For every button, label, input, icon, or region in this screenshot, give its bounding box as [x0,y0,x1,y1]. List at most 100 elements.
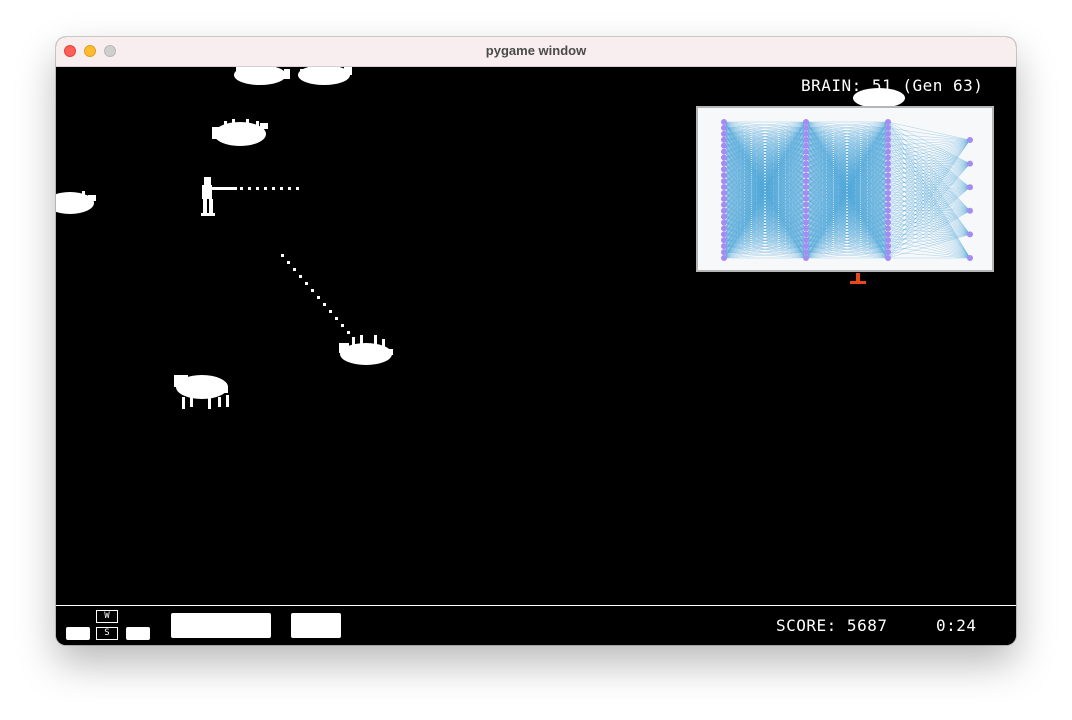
nn-node [885,178,891,185]
nn-node [721,119,727,125]
nn-node [803,154,809,161]
title-bar: pygame window [56,37,1016,67]
nn-node [803,172,809,179]
nn-node [721,189,727,196]
nn-node [885,201,891,208]
nn-node [721,195,727,202]
w-key-indicator: W [96,610,118,623]
nn-node [803,201,809,208]
nn-node [803,195,809,202]
nn-node [803,166,809,173]
bison-sprite [298,67,352,85]
nn-node [721,124,727,131]
nn-node [721,237,727,244]
timer-label: 0:24 [936,616,977,635]
nn-node [885,255,891,261]
nn-node [967,231,973,238]
nn-node [721,201,727,208]
nn-node [885,148,891,155]
nn-node [803,225,809,232]
bison-sprite [56,191,96,214]
nn-node [885,189,891,196]
brain-generation-label: BRAIN: 51 (Gen 63) [801,76,984,95]
nn-node [803,231,809,238]
hud-divider [56,605,1016,606]
right-key-indicator [126,627,150,640]
nn-node [803,189,809,196]
bullet-trail [240,187,299,190]
nn-node [803,178,809,185]
nn-node [721,178,727,185]
nn-node [721,243,727,250]
window-title: pygame window [485,43,587,58]
hunter-sprite [201,177,237,216]
nn-node [885,160,891,167]
nn-node [803,160,809,167]
nn-node [885,136,891,143]
nn-node [967,207,973,214]
nn-node [967,255,973,261]
nn-node [885,225,891,232]
nn-node [803,219,809,226]
nn-node [721,160,727,167]
bison-sprite [212,119,268,146]
neural-network-diagram [721,119,973,261]
nn-node [885,249,891,256]
s-key-indicator: S [96,627,118,640]
nn-node [967,137,973,143]
nn-node [885,231,891,238]
nn-node [803,142,809,149]
nn-node [721,148,727,155]
nn-node [721,154,727,161]
nn-node [721,255,727,261]
nn-node [721,213,727,220]
nn-node [721,142,727,149]
nn-node [885,166,891,173]
nn-edges [723,121,971,259]
bison-sprite [339,335,393,365]
nn-node [721,130,727,137]
nn-node [721,166,727,173]
left-key-indicator [66,627,90,640]
neural-network-panel [696,106,994,272]
nn-node [721,172,727,179]
status-box [291,613,341,638]
pygame-window: pygame window BRAIN: 51 (Gen 63) W S SCO… [56,37,1016,645]
nn-node [803,255,809,261]
nn-node [721,184,727,191]
hunter-marker [850,273,866,284]
nn-node [885,219,891,226]
nn-node [885,154,891,161]
nn-node [885,119,891,125]
nn-node [803,130,809,137]
nn-node [803,207,809,214]
nn-node [721,231,727,238]
nn-node [721,225,727,232]
nn-node [967,184,973,191]
nn-node [803,184,809,191]
nn-node [721,136,727,143]
nn-node [721,207,727,214]
nn-node [885,142,891,149]
nn-node [885,207,891,214]
nn-node [721,249,727,256]
nn-node [885,184,891,191]
nn-node [803,243,809,250]
nn-node [885,195,891,202]
nn-node [803,136,809,143]
nn-node [803,237,809,244]
nn-node [885,243,891,250]
bison-sprite [234,67,290,85]
bullet-trail [281,254,350,334]
ammo-bar [171,613,271,638]
game-canvas[interactable]: BRAIN: 51 (Gen 63) W S SCORE: 5687 0:24 [56,67,1016,645]
bison-sprite [174,375,229,409]
nn-node [721,219,727,226]
nn-node [885,172,891,179]
nn-node [967,160,973,167]
nn-node [885,124,891,131]
nn-node [803,249,809,256]
nn-node [803,148,809,155]
nn-node [885,237,891,244]
nn-node [803,124,809,131]
